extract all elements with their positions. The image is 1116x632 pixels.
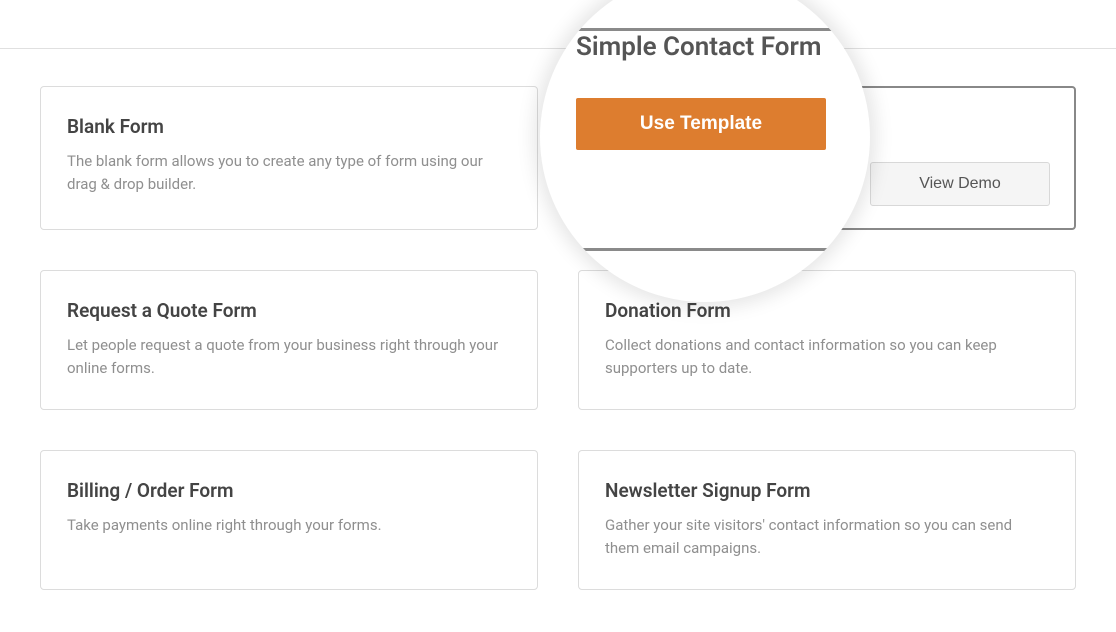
- template-title: Billing / Order Form: [67, 479, 511, 502]
- view-demo-button[interactable]: View Demo: [870, 162, 1050, 206]
- magnifier-top-line: [540, 28, 870, 31]
- template-description: The blank form allows you to create any …: [67, 150, 511, 195]
- template-description: Gather your site visitors' contact infor…: [605, 514, 1049, 559]
- template-description: Collect donations and contact informatio…: [605, 334, 1049, 379]
- template-card-request-quote-form[interactable]: Request a Quote Form Let people request …: [40, 270, 538, 410]
- template-description: Take payments online right through your …: [67, 514, 511, 537]
- template-title: Request a Quote Form: [67, 299, 511, 322]
- magnifier-title: Simple Contact Form: [576, 32, 850, 62]
- template-title: Newsletter Signup Form: [605, 479, 1049, 502]
- template-title: Donation Form: [605, 299, 1049, 322]
- top-border: [0, 48, 1116, 49]
- template-card-billing-order-form[interactable]: Billing / Order Form Take payments onlin…: [40, 450, 538, 590]
- template-description: Let people request a quote from your bus…: [67, 334, 511, 379]
- template-card-newsletter-signup-form[interactable]: Newsletter Signup Form Gather your site …: [578, 450, 1076, 590]
- template-title: Blank Form: [67, 115, 511, 138]
- template-card-blank-form[interactable]: Blank Form The blank form allows you to …: [40, 86, 538, 230]
- magnifier-bottom-line: [540, 248, 870, 251]
- use-template-button[interactable]: Use Template: [576, 98, 826, 150]
